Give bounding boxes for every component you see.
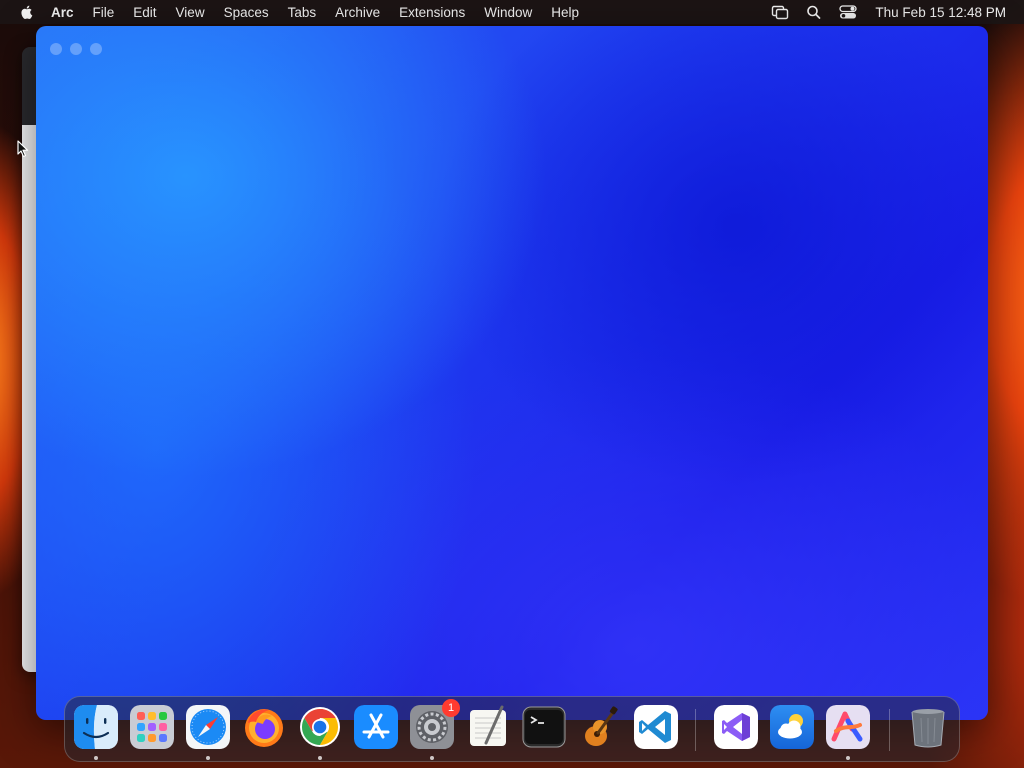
control-center-icon[interactable] xyxy=(839,4,858,20)
system-settings-running-indicator xyxy=(430,756,434,760)
desktop-wallpaper: Arc File Edit View Spaces Tabs Archive E… xyxy=(0,0,1024,768)
close-button[interactable] xyxy=(50,43,62,55)
menu-bar-clock[interactable]: Thu Feb 15 12:48 PM xyxy=(875,5,1006,20)
system-settings-dock-item[interactable]: 1 xyxy=(410,699,460,749)
menu-archive[interactable]: Archive xyxy=(335,5,380,20)
visual-studio-icon[interactable] xyxy=(714,705,758,749)
menu-extensions[interactable]: Extensions xyxy=(399,5,465,20)
vscode-icon[interactable] xyxy=(634,705,678,749)
menu-view[interactable]: View xyxy=(176,5,205,20)
safari-running-indicator xyxy=(206,756,210,760)
safari-icon[interactable] xyxy=(186,705,230,749)
zoom-button[interactable] xyxy=(90,43,102,55)
arc-icon[interactable] xyxy=(826,705,870,749)
arc-browser-window[interactable] xyxy=(36,26,988,720)
weather-icon[interactable] xyxy=(770,705,814,749)
system-settings-badge: 1 xyxy=(442,699,460,717)
chrome-running-indicator xyxy=(318,756,322,760)
mouse-cursor-icon xyxy=(17,140,29,158)
arc-running-indicator xyxy=(846,756,850,760)
menu-app-name[interactable]: Arc xyxy=(51,5,74,20)
dock: 1 xyxy=(64,696,960,762)
minimize-button[interactable] xyxy=(70,43,82,55)
chrome-icon[interactable] xyxy=(298,705,342,749)
apple-menu-icon[interactable] xyxy=(19,4,35,20)
menu-bar-status-area: Thu Feb 15 12:48 PM xyxy=(755,0,1006,24)
finder-running-indicator xyxy=(94,756,98,760)
textedit-icon[interactable] xyxy=(466,705,510,749)
dock-separator xyxy=(695,709,696,751)
menu-edit[interactable]: Edit xyxy=(133,5,156,20)
window-controls xyxy=(50,43,102,55)
menu-file[interactable]: File xyxy=(93,5,115,20)
dock-separator-trash xyxy=(889,709,890,751)
menu-window[interactable]: Window xyxy=(484,5,532,20)
terminal-icon[interactable] xyxy=(522,705,566,749)
garageband-icon[interactable] xyxy=(578,705,622,749)
finder-icon[interactable] xyxy=(74,705,118,749)
app-store-icon[interactable] xyxy=(354,705,398,749)
menu-tabs[interactable]: Tabs xyxy=(288,5,317,20)
screen-mirroring-icon[interactable] xyxy=(771,4,789,20)
menu-bar: Arc File Edit View Spaces Tabs Archive E… xyxy=(0,0,1024,24)
menu-spaces[interactable]: Spaces xyxy=(224,5,269,20)
firefox-icon[interactable] xyxy=(242,705,286,749)
spotlight-search-icon[interactable] xyxy=(805,4,823,20)
launchpad-icon[interactable] xyxy=(130,705,174,749)
trash-icon[interactable] xyxy=(906,705,950,749)
menu-help[interactable]: Help xyxy=(551,5,579,20)
